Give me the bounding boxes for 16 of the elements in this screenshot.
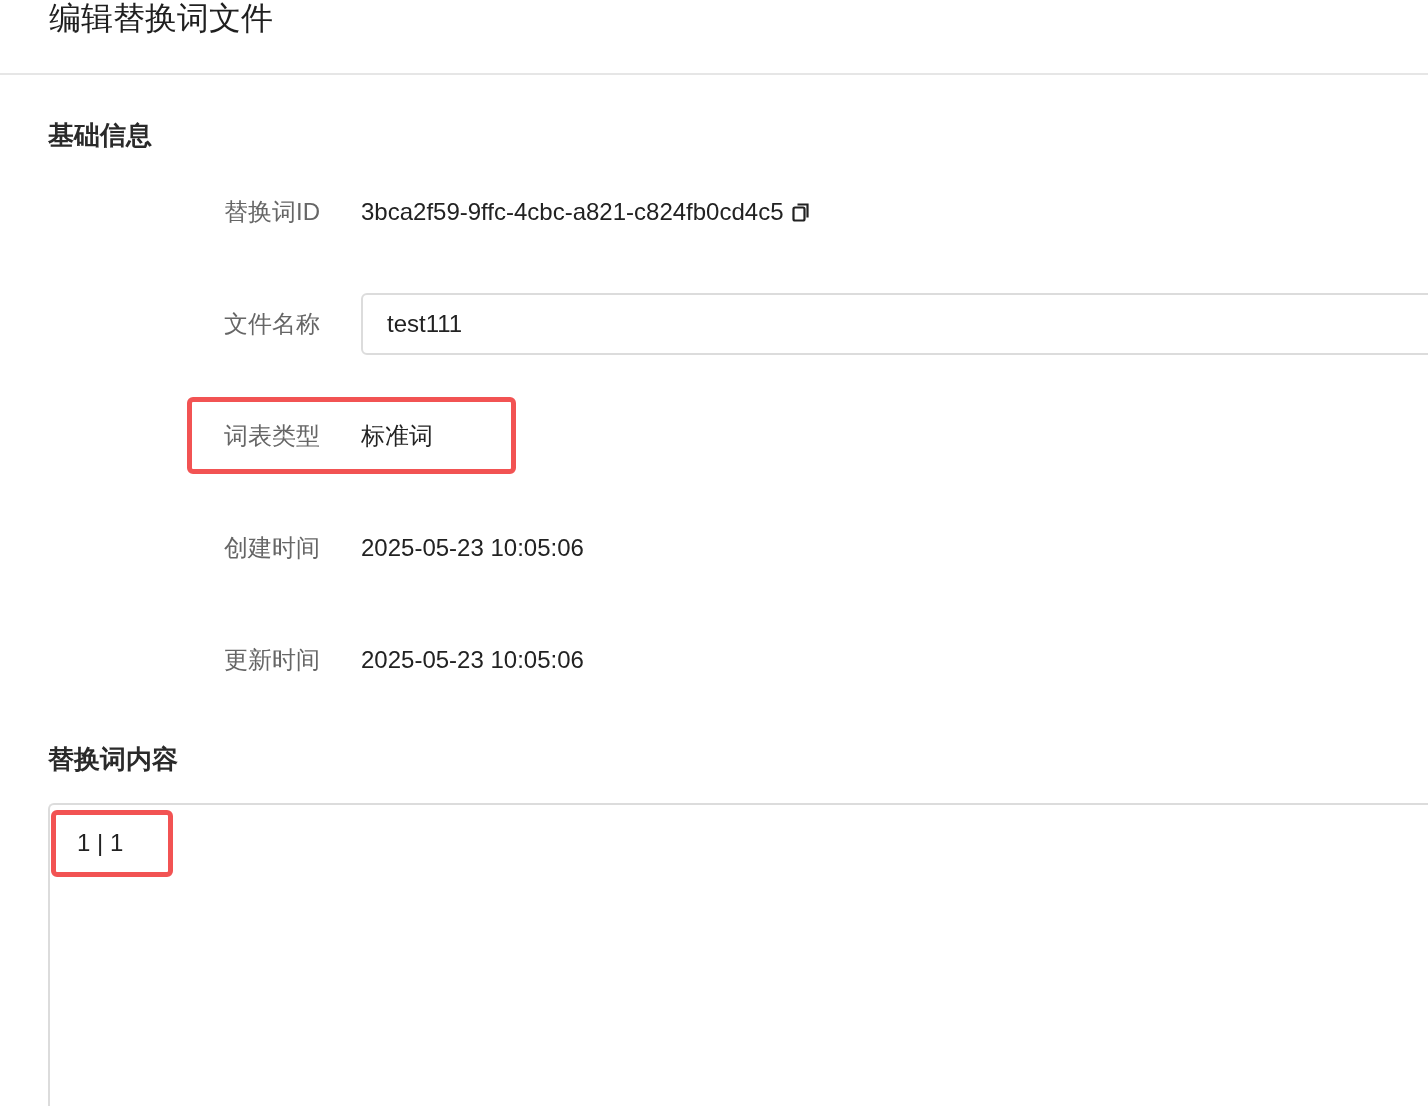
text-input-field[interactable]: test111	[361, 292, 1428, 355]
field-value: 2025-05-23 10:05:06	[361, 645, 584, 674]
field-value: 标准词	[361, 420, 433, 451]
field-label: 替换词ID	[223, 196, 320, 227]
field-value: 2025-05-23 10:05:06	[361, 533, 584, 562]
section-heading: 基础信息	[48, 119, 153, 152]
section-heading: 替换词内容	[48, 743, 179, 776]
content-text-area[interactable]: 1 | 1	[48, 803, 1428, 1106]
field-label: 创建时间	[223, 532, 320, 563]
field-label: 文件名称	[223, 308, 320, 339]
page-title: 编辑替换词文件	[49, 0, 274, 36]
copy-icon[interactable]	[791, 200, 810, 223]
field-value: 3bca2f59-9ffc-4cbc-a821-c824fb0cd4c5	[361, 197, 784, 226]
content-text: 1 | 1	[51, 810, 174, 877]
field-label: 词表类型	[223, 420, 320, 451]
field-label: 更新时间	[223, 644, 320, 675]
